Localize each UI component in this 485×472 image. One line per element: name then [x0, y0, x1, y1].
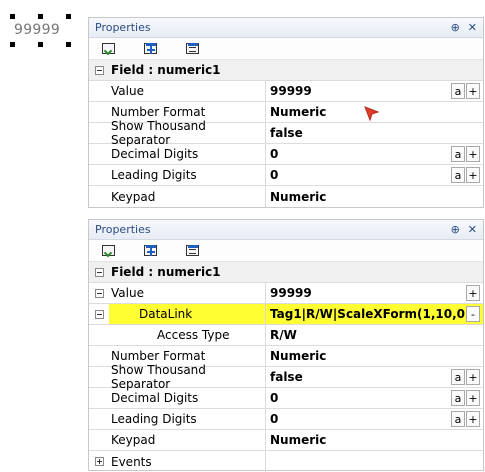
- panel-titlebar: Properties ⊕ ✕: [89, 220, 483, 240]
- add-link-button[interactable]: +: [466, 146, 480, 162]
- collapse-toggle-icon[interactable]: [94, 288, 104, 298]
- collapse-toggle-icon[interactable]: [94, 309, 104, 319]
- property-row-events[interactable]: Events: [89, 451, 483, 472]
- property-name: Leading Digits: [109, 409, 266, 429]
- property-name: Value: [109, 283, 266, 303]
- selection-handle[interactable]: [10, 14, 15, 19]
- property-row[interactable]: Keypad Numeric: [89, 430, 483, 451]
- property-grid: Field : numeric1 Value 99999 a + Number …: [89, 60, 483, 207]
- expression-button[interactable]: a: [451, 411, 465, 427]
- selection-handle[interactable]: [38, 14, 43, 19]
- property-row[interactable]: Decimal Digits 0 a +: [89, 388, 483, 409]
- add-link-button[interactable]: +: [466, 285, 480, 301]
- property-name: Show Thousand Separator: [109, 363, 266, 391]
- property-value[interactable]: Tag1|R/W|ScaleXForm(1,10,0): [266, 304, 483, 324]
- property-value[interactable]: [266, 451, 483, 472]
- selection-handle[interactable]: [66, 42, 71, 47]
- selection-handle[interactable]: [10, 42, 15, 47]
- categorized-view-icon[interactable]: [101, 42, 117, 56]
- remove-link-button[interactable]: -: [466, 306, 480, 322]
- section-title: Field : numeric1: [111, 63, 221, 77]
- panel-toolbar: [89, 38, 483, 60]
- close-icon[interactable]: ✕: [468, 21, 477, 34]
- numeric-field-widget[interactable]: 99999: [10, 14, 72, 50]
- property-name: Keypad: [109, 430, 266, 450]
- selection-handle[interactable]: [66, 14, 71, 19]
- properties-panel: Properties ⊕ ✕ Field : numeric1 Value 99…: [88, 219, 484, 472]
- property-value[interactable]: 99999: [266, 283, 483, 303]
- property-row[interactable]: Access Type R/W: [89, 325, 483, 346]
- property-name: Decimal Digits: [109, 388, 266, 408]
- numeric-field-text: 99999: [14, 22, 61, 38]
- panel-toolbar: [89, 240, 483, 262]
- property-name: Leading Digits: [109, 165, 266, 185]
- property-row[interactable]: Keypad Numeric: [89, 186, 483, 207]
- expression-button[interactable]: a: [451, 369, 465, 385]
- property-name: Show Thousand Separator: [109, 119, 266, 147]
- property-row[interactable]: Value 99999 +: [89, 283, 483, 304]
- add-link-button[interactable]: +: [466, 369, 480, 385]
- pin-icon[interactable]: ⊕: [451, 223, 460, 236]
- expression-button[interactable]: a: [451, 167, 465, 183]
- categorized-view-icon[interactable]: [101, 244, 117, 258]
- collapse-toggle-icon[interactable]: [94, 65, 104, 75]
- panel-titlebar: Properties ⊕ ✕: [89, 18, 483, 38]
- panel-title: Properties: [95, 21, 151, 34]
- property-row[interactable]: Show Thousand Separator false: [89, 119, 483, 147]
- add-link-button[interactable]: +: [466, 411, 480, 427]
- property-grid: Field : numeric1 Value 99999 + DataLink …: [89, 262, 483, 472]
- section-header[interactable]: Field : numeric1: [89, 262, 483, 283]
- add-link-button[interactable]: +: [466, 390, 480, 406]
- property-name: DataLink: [109, 304, 266, 324]
- add-property-icon[interactable]: [143, 244, 159, 258]
- add-link-button[interactable]: +: [466, 167, 480, 183]
- property-value[interactable]: false: [266, 123, 483, 143]
- expression-button[interactable]: a: [451, 390, 465, 406]
- collapse-toggle-icon[interactable]: [94, 267, 104, 277]
- property-name: Decimal Digits: [109, 144, 266, 164]
- property-row[interactable]: Show Thousand Separator false a +: [89, 363, 483, 391]
- property-row[interactable]: Leading Digits 0 a +: [89, 165, 483, 186]
- add-property-icon[interactable]: [143, 42, 159, 56]
- expression-button[interactable]: a: [451, 83, 465, 99]
- close-icon[interactable]: ✕: [468, 223, 477, 236]
- property-pages-icon[interactable]: [185, 244, 201, 258]
- section-title: Field : numeric1: [111, 265, 221, 279]
- property-row[interactable]: Decimal Digits 0 a +: [89, 144, 483, 165]
- pin-icon[interactable]: ⊕: [451, 21, 460, 34]
- property-row[interactable]: Value 99999 a +: [89, 81, 483, 102]
- add-link-button[interactable]: +: [466, 83, 480, 99]
- property-name: Events: [109, 451, 266, 472]
- property-value[interactable]: Numeric: [266, 346, 483, 366]
- property-name: Value: [109, 81, 266, 101]
- selection-handle[interactable]: [38, 42, 43, 47]
- section-header[interactable]: Field : numeric1: [89, 60, 483, 81]
- property-name: Access Type: [109, 325, 266, 345]
- property-row[interactable]: Leading Digits 0 a +: [89, 409, 483, 430]
- property-value[interactable]: Numeric: [266, 430, 483, 450]
- panel-title: Properties: [95, 223, 151, 236]
- expand-toggle-icon[interactable]: [94, 457, 104, 466]
- expression-button[interactable]: a: [451, 146, 465, 162]
- property-pages-icon[interactable]: [185, 42, 201, 56]
- property-name: Keypad: [109, 186, 266, 207]
- properties-panel: Properties ⊕ ✕ Field : numeric1 Value 99…: [88, 17, 484, 208]
- property-value[interactable]: Numeric: [266, 186, 483, 207]
- property-row-datalink[interactable]: DataLink Tag1|R/W|ScaleXForm(1,10,0) -: [89, 304, 483, 325]
- property-value[interactable]: R/W: [266, 325, 483, 345]
